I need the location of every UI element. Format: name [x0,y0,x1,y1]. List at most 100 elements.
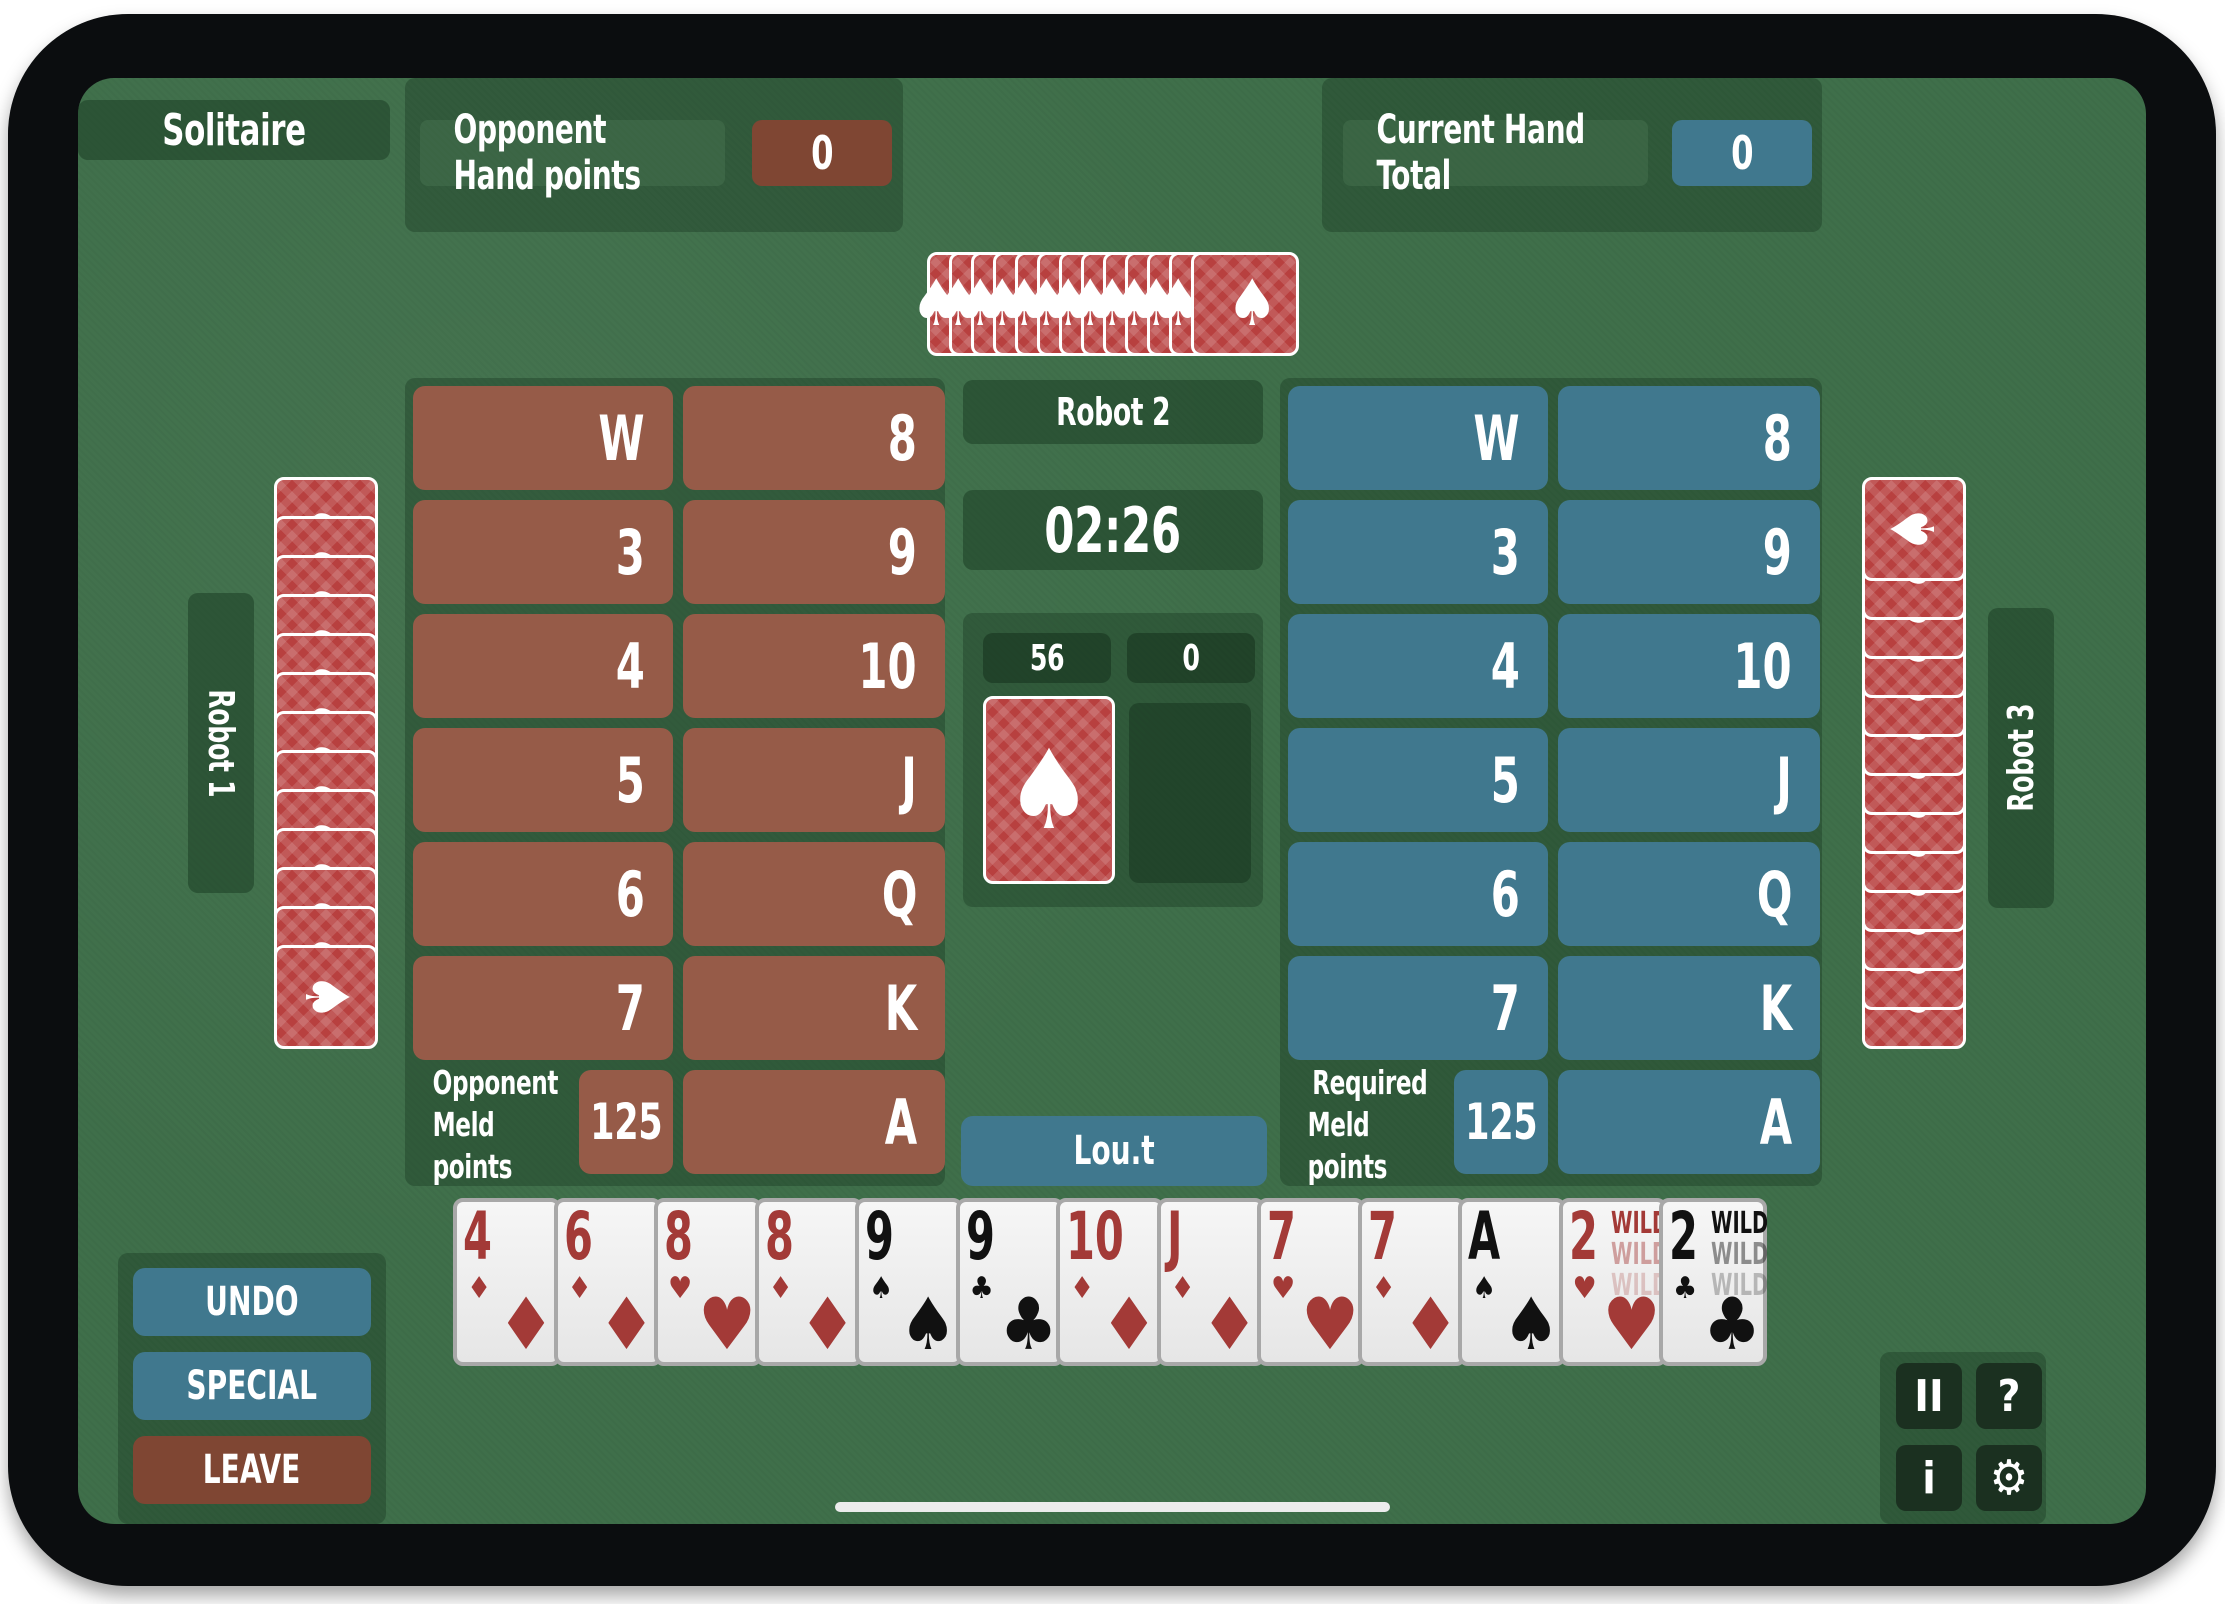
team-meld-cell[interactable]: 8 [1558,386,1820,490]
hand-card[interactable]: 7 ♥ ♥ [1257,1198,1365,1366]
hand-card[interactable]: 8 ♥ ♥ [654,1198,762,1366]
hand-card[interactable]: 10 ♦ ♦ [1056,1198,1164,1366]
info-button[interactable]: i [1896,1445,1962,1511]
suit-♠-icon: ♠ [1502,1282,1561,1366]
opponent-meld-rank: Q [881,857,917,931]
hand-card[interactable]: 4 ♦ ♦ [453,1198,561,1366]
team-meld-cell[interactable]: 5 [1288,728,1548,832]
undo-button[interactable]: UNDO [133,1268,371,1336]
gear-icon: ⚙ [1989,1450,2029,1506]
team-meld-rank: 9 [1762,515,1792,589]
opponent-meld-cell[interactable]: Q [683,842,945,946]
help-button[interactable]: ? [1976,1363,2042,1429]
stock-count-text: 56 [1029,637,1065,679]
spade-emblem-icon: ♠ [1226,267,1278,341]
suit-♥-icon: ♥ [698,1282,757,1366]
suit-♦-icon: ♦ [497,1282,556,1366]
opponent-meld-label-line2: Meld points [432,1105,513,1186]
team-meld-cell[interactable]: 6 [1288,842,1548,946]
opponent-meld-points-text: 125 [589,1093,663,1151]
opponent-meld-cell[interactable]: W [413,386,673,490]
team-meld-rank: 7 [1490,971,1520,1045]
suit-♥-icon: ♥ [1301,1282,1360,1366]
team-meld-rank: 8 [1762,401,1792,475]
team-meld-cell[interactable]: 9 [1558,500,1820,604]
team-meld-board: W 8 3 9 4 10 5 J 6 Q 7 K Required Meld points 125 A [1280,378,1822,1186]
spade-emblem-icon: ♠ [1004,726,1094,854]
robot-1-name: Robot 1 [188,593,254,893]
opponent-meld-cell[interactable]: 5 [413,728,673,832]
team-meld-points-value: 125 [1454,1070,1548,1174]
hand-card[interactable]: 9 ♣ ♣ [955,1198,1064,1366]
special-button[interactable]: SPECIAL [133,1352,371,1420]
pause-button[interactable]: II [1896,1363,1962,1429]
robot-1-label-box: Robot 1 [188,593,254,893]
opponent-meld-cell[interactable]: 8 [683,386,945,490]
player-name-button[interactable]: Lou.t [961,1116,1267,1186]
game-timer: 02:26 [963,490,1263,570]
hand-card[interactable]: 7 ♦ ♦ [1357,1198,1466,1366]
hand-card[interactable]: 2 ♥ ♥ WILD WILD WILD [1558,1198,1668,1366]
opponent-meld-cell[interactable]: 3 [413,500,673,604]
team-meld-cell[interactable]: A [1558,1070,1820,1174]
team-meld-cell[interactable]: J [1558,728,1820,832]
action-panel: UNDO SPECIAL LEAVE [118,1253,386,1524]
suit-♦-icon: ♦ [1170,1271,1195,1306]
controls-panel: II ? i ⚙ [1880,1352,2046,1524]
team-meld-cell[interactable]: 10 [1558,614,1820,718]
team-meld-cell[interactable]: K [1558,956,1820,1060]
suit-♥-icon: ♥ [668,1271,693,1306]
opponent-meld-cell[interactable]: J [683,728,945,832]
spade-emblem-icon: ♠ [1879,504,1949,554]
opponent-meld-rank: W [598,401,645,475]
suit-♦-icon: ♦ [467,1271,492,1306]
card-rank: 8 [764,1198,794,1275]
hand-card[interactable]: 9 ♠ ♠ [855,1198,963,1366]
opponent-meld-rank: A [884,1085,917,1159]
settings-button[interactable]: ⚙ [1976,1445,2042,1511]
opponent-meld-cell[interactable]: 4 [413,614,673,718]
mode-label-text: Solitaire [162,104,306,156]
info-icon: i [1922,1452,1936,1504]
team-meld-cell[interactable]: 7 [1288,956,1548,1060]
team-meld-rank: K [1759,971,1792,1045]
opponent-meld-board: W 8 3 9 4 10 5 J 6 Q 7 K Opponent Meld points 125 A [405,378,945,1186]
suit-♣-icon: ♣ [1673,1271,1698,1306]
opponent-meld-rank: 6 [615,857,645,931]
card-rank: 2 [1669,1198,1698,1275]
leave-button[interactable]: LEAVE [133,1436,371,1504]
wild-label: WILD WILD WILD [1711,1206,1769,1303]
opponent-hand-points-label: Opponent Hand points [420,107,725,199]
robot-3-name: Robot 3 [1988,608,2054,908]
discard-pile[interactable] [1129,703,1251,883]
team-meld-cell[interactable]: 4 [1288,614,1548,718]
card-rank: 6 [563,1198,593,1275]
team-meld-cell[interactable]: W [1288,386,1548,490]
hand-card[interactable]: 8 ♦ ♦ [754,1198,863,1366]
current-hand-total-value-text: 0 [1730,126,1754,180]
opponent-meld-cell[interactable]: A [683,1070,945,1174]
opponent-meld-rank: 5 [615,743,645,817]
opponent-meld-cell[interactable]: K [683,956,945,1060]
draw-pile[interactable]: ♠ [983,696,1115,884]
hand-card[interactable]: 2 ♣ ♣ WILD WILD WILD [1659,1198,1769,1366]
team-meld-cell[interactable]: 3 [1288,500,1548,604]
suit-♦-icon: ♦ [567,1271,592,1306]
card-rank: J [1166,1198,1182,1275]
discard-count: 0 [1127,633,1255,683]
hand-card[interactable]: 6 ♦ ♦ [553,1198,662,1366]
hand-card[interactable]: J ♦ ♦ [1156,1198,1265,1366]
card-rank: A [1468,1198,1501,1275]
player-name-text: Lou.t [1073,1128,1155,1174]
hand-card[interactable]: A ♠ ♠ [1458,1198,1566,1366]
team-meld-cell[interactable]: Q [1558,842,1820,946]
opponent-meld-cell[interactable]: 9 [683,500,945,604]
opponent-meld-cell[interactable]: 10 [683,614,945,718]
opponent-meld-rank: 4 [615,629,645,703]
opponent-meld-cell[interactable]: 7 [413,956,673,1060]
card-rank: 2 [1568,1198,1598,1275]
suit-♥-icon: ♥ [1572,1271,1597,1306]
suit-♦-icon: ♦ [1401,1282,1460,1366]
team-meld-rank: 4 [1490,629,1520,703]
opponent-meld-cell[interactable]: 6 [413,842,673,946]
